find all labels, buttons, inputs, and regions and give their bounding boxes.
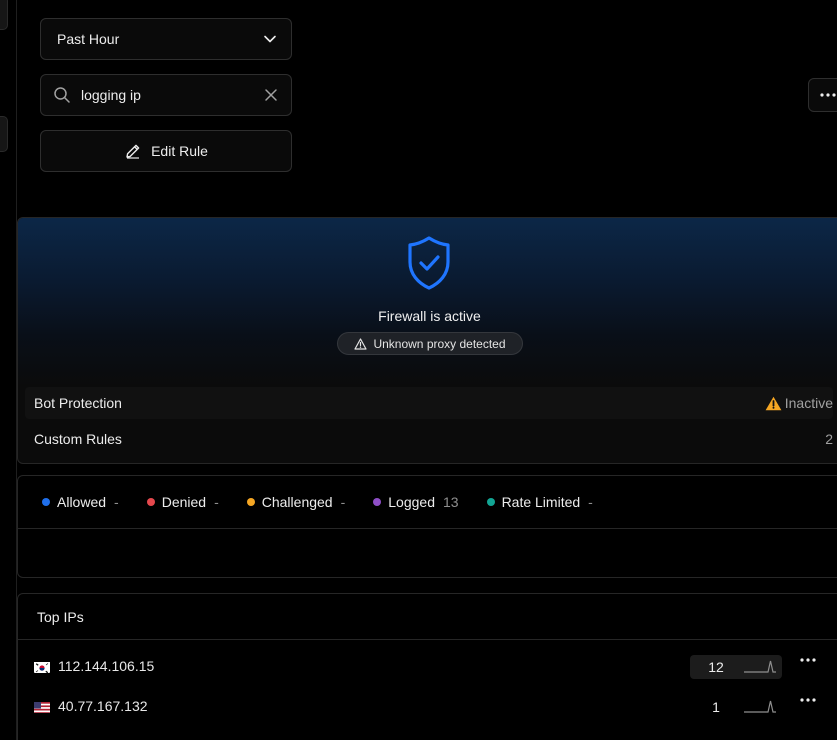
request-count: 12	[690, 655, 782, 679]
request-count-value: 1	[712, 699, 720, 715]
proxy-warning-text: Unknown proxy detected	[373, 336, 506, 351]
pencil-icon	[124, 142, 142, 160]
table-row[interactable]: 40.77.167.132 1	[18, 690, 837, 724]
legend-dot	[246, 498, 255, 506]
bot-protection-label: Bot Protection	[34, 395, 122, 411]
legend-dot	[42, 498, 50, 506]
legend-challenged[interactable]: Challenged -	[246, 494, 346, 510]
search-icon	[53, 86, 71, 104]
firewall-status-card: Firewall is active Unknown proxy detecte…	[17, 217, 837, 464]
warning-triangle-icon	[354, 337, 368, 350]
us-flag-icon	[34, 701, 50, 713]
row-more-button[interactable]	[800, 658, 816, 662]
more-options-button[interactable]	[808, 78, 837, 112]
custom-rules-row[interactable]: Custom Rules 2	[25, 423, 833, 455]
sidebar-edge-button[interactable]	[0, 0, 8, 30]
legend-label: Denied	[161, 494, 207, 510]
legend-count: -	[340, 494, 346, 510]
time-range-select[interactable]: Past Hour	[40, 18, 292, 60]
sparkline-icon	[744, 699, 776, 716]
top-ips-card: Top IPs 112.144.106.15 12 40.77.167.132 …	[17, 593, 837, 740]
traffic-legend-card: Allowed - Denied - Challenged - Logged 1…	[17, 475, 837, 578]
custom-rules-label: Custom Rules	[34, 431, 122, 447]
sparkline-icon	[744, 659, 776, 676]
top-ips-title: Top IPs	[37, 608, 84, 625]
time-range-value: Past Hour	[57, 31, 120, 47]
custom-rules-count: 2	[825, 431, 833, 447]
warning-icon	[765, 396, 782, 411]
search-input[interactable]: logging ip	[40, 74, 292, 116]
top-ips-header: Top IPs	[18, 594, 837, 640]
ip-address: 40.77.167.132	[58, 698, 148, 714]
legend-label: Rate Limited	[501, 494, 581, 510]
legend-count: -	[114, 494, 119, 510]
legend-denied[interactable]: Denied -	[146, 494, 219, 510]
legend-dot	[373, 498, 382, 506]
table-row[interactable]: 112.144.106.15 12	[18, 650, 837, 684]
clear-icon[interactable]	[263, 87, 279, 103]
chevron-down-icon	[263, 32, 277, 46]
ellipsis-icon	[820, 93, 836, 97]
legend-label: Challenged	[261, 494, 333, 510]
legend-label: Logged	[388, 494, 435, 510]
firewall-status-title: Firewall is active	[378, 308, 481, 324]
edit-rule-label: Edit Rule	[151, 143, 208, 159]
firewall-page: Past Hour logging ip Edit Rule Firewall …	[0, 0, 837, 740]
bot-protection-status: Inactive	[784, 395, 833, 411]
sidebar-edge-button[interactable]	[0, 116, 8, 152]
kr-flag-icon	[34, 661, 50, 673]
request-count-value: 12	[708, 659, 724, 675]
legend-allowed[interactable]: Allowed -	[42, 494, 119, 510]
bot-protection-row[interactable]: Bot Protection Inactive	[25, 387, 833, 419]
search-value: logging ip	[81, 87, 141, 103]
row-more-button[interactable]	[800, 698, 816, 702]
proxy-warning-badge[interactable]: Unknown proxy detected	[337, 332, 523, 355]
legend-count: 13	[442, 494, 459, 510]
traffic-legend: Allowed - Denied - Challenged - Logged 1…	[18, 476, 837, 529]
legend-count: -	[588, 494, 593, 510]
edit-rule-button[interactable]: Edit Rule	[40, 130, 292, 172]
ip-address: 112.144.106.15	[58, 658, 155, 674]
legend-rate-limited[interactable]: Rate Limited -	[486, 494, 593, 510]
legend-label: Allowed	[57, 494, 107, 510]
shield-check-icon	[406, 235, 452, 294]
request-count: 1	[690, 695, 782, 719]
legend-dot	[146, 498, 155, 506]
legend-count: -	[214, 494, 219, 510]
legend-dot	[486, 498, 495, 506]
legend-logged[interactable]: Logged 13	[373, 494, 459, 510]
